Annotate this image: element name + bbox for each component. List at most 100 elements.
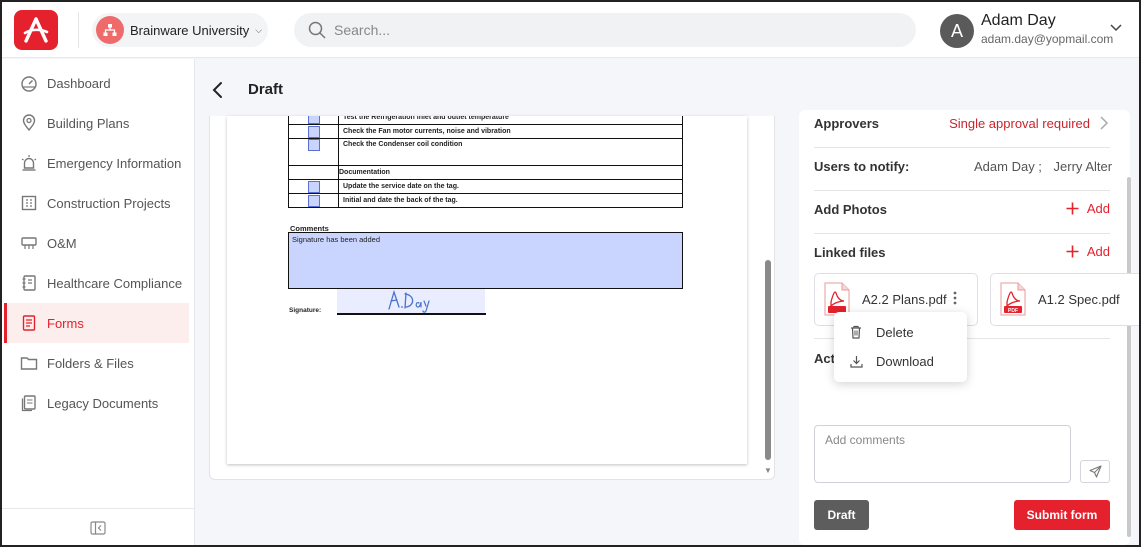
table-row: Documentation	[288, 165, 683, 180]
org-selector[interactable]: Brainware University ⌵	[92, 13, 268, 47]
send-icon	[1088, 465, 1102, 478]
checklist-item: Check the Condenser coil condition	[338, 138, 683, 166]
sidebar-item-label: Legacy Documents	[47, 395, 159, 411]
search-bar[interactable]: Search...	[294, 13, 916, 47]
signature-line	[337, 313, 486, 315]
viewer-scroll-thumb[interactable]	[765, 260, 771, 460]
search-icon	[308, 21, 326, 39]
location-pin-icon	[20, 114, 38, 132]
add-comments-input[interactable]: Add comments	[814, 425, 1071, 483]
logo-icon	[23, 17, 49, 43]
divider	[78, 12, 79, 48]
page-title: Draft	[248, 81, 284, 98]
approvers-row[interactable]: Approvers Single approval required	[814, 110, 1110, 148]
dashboard-icon	[20, 74, 38, 92]
document-viewer[interactable]: Test the Refrigeration inlet and outlet …	[209, 116, 775, 480]
file-context-menu: Delete Download	[834, 312, 967, 382]
sidebar-item-building-plans[interactable]: Building Plans	[4, 103, 189, 143]
user-menu[interactable]: A Adam Day adam.day@yopmail.com	[940, 12, 1130, 50]
sidebar-item-label: Construction Projects	[47, 195, 171, 211]
collapse-sidebar-icon[interactable]	[90, 521, 106, 535]
sidebar-item-folders-files[interactable]: Folders & Files	[4, 343, 189, 383]
notify-row: Users to notify: Adam Day ; Jerry Alter	[814, 148, 1113, 191]
add-photos-button[interactable]: Add	[1066, 201, 1110, 216]
download-menu-item[interactable]: Download	[850, 349, 934, 373]
pdf-file-icon: PDF	[1000, 282, 1026, 316]
table-row: Check the Condenser coil condition	[288, 138, 683, 166]
sidebar-item-label: Folders & Files	[47, 355, 134, 371]
checklist-item: Check the Fan motor currents, noise and …	[338, 124, 683, 139]
add-linked-file-button[interactable]: Add	[1066, 244, 1110, 259]
chevron-right-icon	[1100, 116, 1109, 130]
menu-item-label: Download	[876, 353, 934, 369]
file-name: A1.2 Spec.pdf	[1038, 292, 1120, 307]
sidebar-item-forms[interactable]: Forms	[4, 303, 189, 343]
linked-files-row: Linked files Add	[814, 234, 1110, 277]
add-photos-row: Add Photos Add	[814, 191, 1110, 234]
pdf-type-label: PDF	[1008, 308, 1018, 314]
user-email: adam.day@yopmail.com	[981, 32, 1114, 46]
documents-icon	[20, 394, 38, 412]
pdf-file-icon	[824, 282, 850, 316]
checkbox[interactable]	[308, 180, 320, 193]
sidebar-item-label: Building Plans	[47, 115, 130, 131]
comments-field[interactable]: Signature has been added	[288, 232, 683, 289]
checklist-table: Test the Refrigeration inlet and outlet …	[288, 116, 683, 208]
trash-icon	[850, 325, 864, 339]
notify-user: Jerry Alter	[1053, 159, 1113, 174]
table-row: Update the service date on the tag.	[288, 179, 683, 194]
checkbox[interactable]	[308, 194, 320, 207]
sidebar-item-om[interactable]: O&M	[4, 223, 189, 263]
send-comment-button[interactable]	[1080, 460, 1110, 483]
table-row: Check the Fan motor currents, noise and …	[288, 124, 683, 139]
submit-form-button[interactable]: Submit form	[1014, 500, 1110, 530]
chevron-down-icon: ⌵	[255, 24, 263, 35]
activity-label: Act	[814, 351, 835, 366]
sidebar-item-label: O&M	[47, 235, 77, 251]
add-label: Add	[1086, 201, 1110, 216]
checklist-section: Documentation	[338, 165, 683, 180]
top-bar: Brainware University ⌵ Search... A Adam …	[2, 2, 1139, 58]
sidebar-item-label: Healthcare Compliance	[47, 275, 183, 291]
chevron-down-icon[interactable]	[1110, 24, 1122, 32]
comments-text: Signature has been added	[292, 235, 380, 244]
sidebar-item-dashboard[interactable]: Dashboard	[4, 63, 189, 103]
sidebar-item-emergency-information[interactable]: Emergency Information	[4, 143, 189, 183]
org-name: Brainware University	[130, 22, 250, 38]
folder-icon	[20, 354, 38, 372]
plus-icon	[1066, 245, 1079, 258]
menu-item-label: Delete	[876, 324, 914, 340]
checklist-item: Initial and date the back of the tag.	[338, 193, 683, 208]
user-name: Adam Day	[981, 12, 1056, 29]
add-label: Add	[1086, 244, 1110, 259]
file-name: A2.2 Plans.pdf	[862, 292, 947, 307]
draft-button[interactable]: Draft	[814, 500, 869, 530]
checkbox[interactable]	[308, 139, 320, 151]
app-logo[interactable]	[14, 10, 58, 50]
approvers-value: Single approval required	[949, 116, 1090, 131]
back-arrow-icon[interactable]	[210, 81, 226, 99]
notebook-icon	[20, 274, 38, 292]
sidebar: Dashboard Building Plans Emergency Infor…	[2, 59, 195, 545]
checkbox[interactable]	[308, 116, 320, 124]
sidebar-item-label: Emergency Information	[47, 155, 182, 171]
panel-scrollbar[interactable]	[1127, 177, 1131, 537]
divider	[2, 508, 195, 509]
sidebar-item-healthcare-compliance[interactable]: Healthcare Compliance	[4, 263, 189, 303]
hvac-icon	[20, 234, 38, 252]
download-icon	[850, 355, 864, 368]
signature-field[interactable]	[337, 289, 485, 313]
approvers-label: Approvers	[814, 116, 880, 131]
linked-file-card[interactable]: PDF A1.2 Spec.pdf	[990, 273, 1139, 326]
delete-menu-item[interactable]: Delete	[850, 320, 914, 344]
sidebar-item-label: Forms	[47, 315, 84, 331]
table-row: Initial and date the back of the tag.	[288, 193, 683, 208]
form-icon	[20, 314, 38, 332]
notify-label: Users to notify:	[814, 159, 910, 174]
search-input[interactable]: Search...	[334, 22, 390, 38]
scroll-down-icon[interactable]: ▼	[764, 466, 772, 475]
sidebar-item-construction-projects[interactable]: Construction Projects	[4, 183, 189, 223]
sidebar-item-legacy-documents[interactable]: Legacy Documents	[4, 383, 189, 423]
more-options-icon[interactable]	[952, 290, 958, 306]
checkbox[interactable]	[308, 125, 320, 138]
